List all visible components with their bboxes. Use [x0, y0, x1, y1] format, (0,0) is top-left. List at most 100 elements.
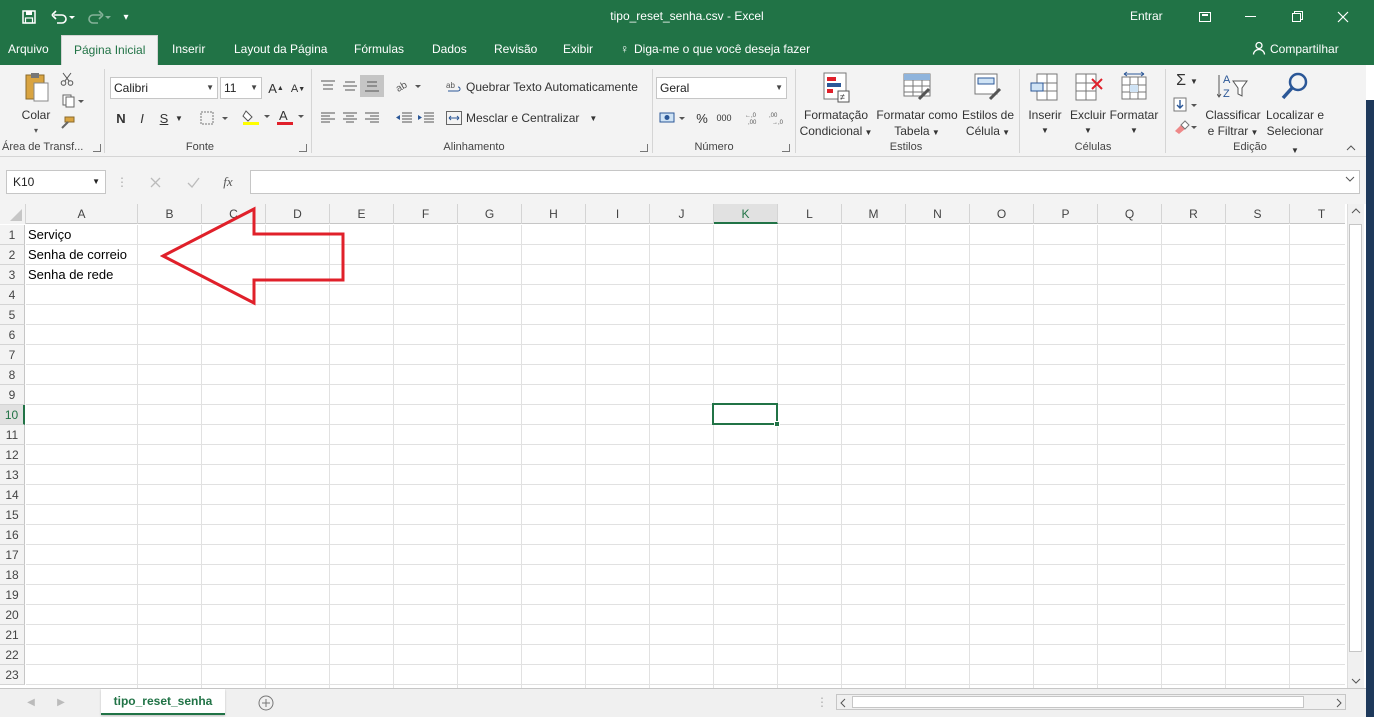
row-header-12[interactable]: 12: [0, 445, 25, 465]
tab-layout-da-pagina[interactable]: Layout da Página: [234, 33, 327, 65]
row-header-21[interactable]: 21: [0, 625, 25, 645]
vertical-scroll-thumb[interactable]: [1349, 224, 1362, 652]
percent-icon[interactable]: %: [694, 109, 710, 127]
row-header-15[interactable]: 15: [0, 505, 25, 525]
sign-in-link[interactable]: Entrar: [1130, 9, 1163, 23]
row-header-18[interactable]: 18: [0, 565, 25, 585]
column-header-q[interactable]: Q: [1098, 204, 1162, 224]
ribbon-display-options-icon[interactable]: [1182, 0, 1228, 33]
tab-arquivo[interactable]: Arquivo: [8, 33, 49, 65]
format-cells-button[interactable]: Formatar ▼: [1108, 71, 1160, 139]
row-header-7[interactable]: 7: [0, 345, 25, 365]
column-header-k[interactable]: K: [714, 204, 778, 224]
number-launcher-icon[interactable]: [782, 144, 790, 152]
autosum-icon[interactable]: Σ ▼: [1172, 71, 1202, 91]
column-header-o[interactable]: O: [970, 204, 1034, 224]
column-header-r[interactable]: R: [1162, 204, 1226, 224]
italic-button[interactable]: I: [135, 109, 149, 127]
merge-center-button[interactable]: Mesclar e Centralizar ▼: [446, 108, 597, 128]
cancel-entry-icon[interactable]: [146, 173, 164, 191]
collapse-ribbon-icon[interactable]: [1344, 143, 1358, 153]
row-header-6[interactable]: 6: [0, 325, 25, 345]
font-launcher-icon[interactable]: [299, 144, 307, 152]
row-header-20[interactable]: 20: [0, 605, 25, 625]
paste-button[interactable]: Colar ▾: [14, 71, 58, 139]
copy-icon[interactable]: [58, 93, 88, 109]
name-box[interactable]: K10 ▼: [6, 170, 106, 194]
increase-font-icon[interactable]: A ▲: [268, 79, 284, 97]
fill-handle[interactable]: [774, 421, 780, 427]
column-header-s[interactable]: S: [1226, 204, 1290, 224]
column-header-a[interactable]: A: [26, 204, 138, 224]
row-header-8[interactable]: 8: [0, 365, 25, 385]
row-header-13[interactable]: 13: [0, 465, 25, 485]
tab-revisao[interactable]: Revisão: [494, 33, 537, 65]
align-right-icon[interactable]: [362, 109, 382, 127]
format-painter-icon[interactable]: [58, 115, 76, 131]
fill-icon[interactable]: [1172, 95, 1202, 115]
orientation-icon[interactable]: ab: [394, 77, 424, 95]
row-header-2[interactable]: 2: [0, 245, 25, 265]
column-header-m[interactable]: M: [842, 204, 906, 224]
column-header-f[interactable]: F: [394, 204, 458, 224]
row-header-3[interactable]: 3: [0, 265, 25, 285]
column-header-l[interactable]: L: [778, 204, 842, 224]
underline-button[interactable]: S: [157, 109, 171, 127]
sheet-tab[interactable]: tipo_reset_senha: [101, 689, 225, 715]
insert-cells-button[interactable]: Inserir ▼: [1024, 71, 1066, 139]
scroll-down-icon[interactable]: [1351, 678, 1361, 684]
align-top-icon[interactable]: [318, 77, 338, 95]
column-header-g[interactable]: G: [458, 204, 522, 224]
font-name-select[interactable]: Calibri ▼: [110, 77, 218, 99]
sheet-bar-grip-icon[interactable]: ⋮: [816, 695, 828, 709]
row-header-19[interactable]: 19: [0, 585, 25, 605]
next-sheet-icon[interactable]: ▶: [56, 695, 66, 709]
row-header-16[interactable]: 16: [0, 525, 25, 545]
row-header-11[interactable]: 11: [0, 425, 25, 445]
expand-formula-bar-icon[interactable]: [1345, 176, 1355, 182]
formula-input[interactable]: [250, 170, 1360, 194]
clear-icon[interactable]: [1172, 117, 1202, 137]
number-format-select[interactable]: Geral ▼: [656, 77, 787, 99]
scroll-right-icon[interactable]: [1336, 698, 1342, 708]
cell-a1[interactable]: Serviço: [28, 225, 71, 245]
decrease-indent-icon[interactable]: [394, 109, 414, 127]
sort-filter-button[interactable]: AZ Classificar e Filtrar ▼: [1204, 71, 1262, 141]
increase-decimal-icon[interactable]: ←,0,00: [744, 109, 764, 127]
restore-icon[interactable]: [1274, 0, 1320, 33]
row-header-22[interactable]: 22: [0, 645, 25, 665]
share-button[interactable]: Compartilhar: [1252, 33, 1339, 65]
confirm-entry-icon[interactable]: [184, 173, 202, 191]
row-header-10[interactable]: 10: [0, 405, 25, 425]
column-header-n[interactable]: N: [906, 204, 970, 224]
thousands-separator-icon[interactable]: 000: [714, 109, 734, 127]
scroll-up-icon[interactable]: [1351, 208, 1361, 214]
column-header-h[interactable]: H: [522, 204, 586, 224]
decrease-font-icon[interactable]: A ▼: [290, 81, 306, 97]
align-bottom-icon[interactable]: [360, 75, 384, 97]
align-left-icon[interactable]: [318, 109, 338, 127]
chevron-down-icon[interactable]: ▼: [174, 113, 184, 123]
horizontal-scroll-thumb[interactable]: [852, 696, 1304, 708]
column-header-j[interactable]: J: [650, 204, 714, 224]
row-header-1[interactable]: 1: [0, 225, 25, 245]
column-header-t[interactable]: T: [1290, 204, 1345, 224]
scroll-left-icon[interactable]: [840, 698, 846, 708]
borders-icon[interactable]: [198, 109, 232, 127]
tab-formulas[interactable]: Fórmulas: [354, 33, 404, 65]
cell-a3[interactable]: Senha de rede: [28, 265, 113, 285]
row-header-9[interactable]: 9: [0, 385, 25, 405]
row-header-5[interactable]: 5: [0, 305, 25, 325]
tab-pagina-inicial[interactable]: Página Inicial: [61, 35, 159, 65]
clipboard-launcher-icon[interactable]: [93, 144, 101, 152]
tab-inserir[interactable]: Inserir: [172, 33, 205, 65]
tab-dados[interactable]: Dados: [432, 33, 467, 65]
minimize-icon[interactable]: [1228, 0, 1274, 33]
select-all-button[interactable]: [0, 204, 26, 224]
previous-sheet-icon[interactable]: ◀: [26, 695, 36, 709]
insert-function-icon[interactable]: fx: [218, 173, 238, 191]
row-header-14[interactable]: 14: [0, 485, 25, 505]
cell-styles-button[interactable]: Estilos de Célula ▼: [960, 71, 1016, 141]
alignment-launcher-icon[interactable]: [640, 144, 648, 152]
fill-color-icon[interactable]: [242, 107, 272, 127]
